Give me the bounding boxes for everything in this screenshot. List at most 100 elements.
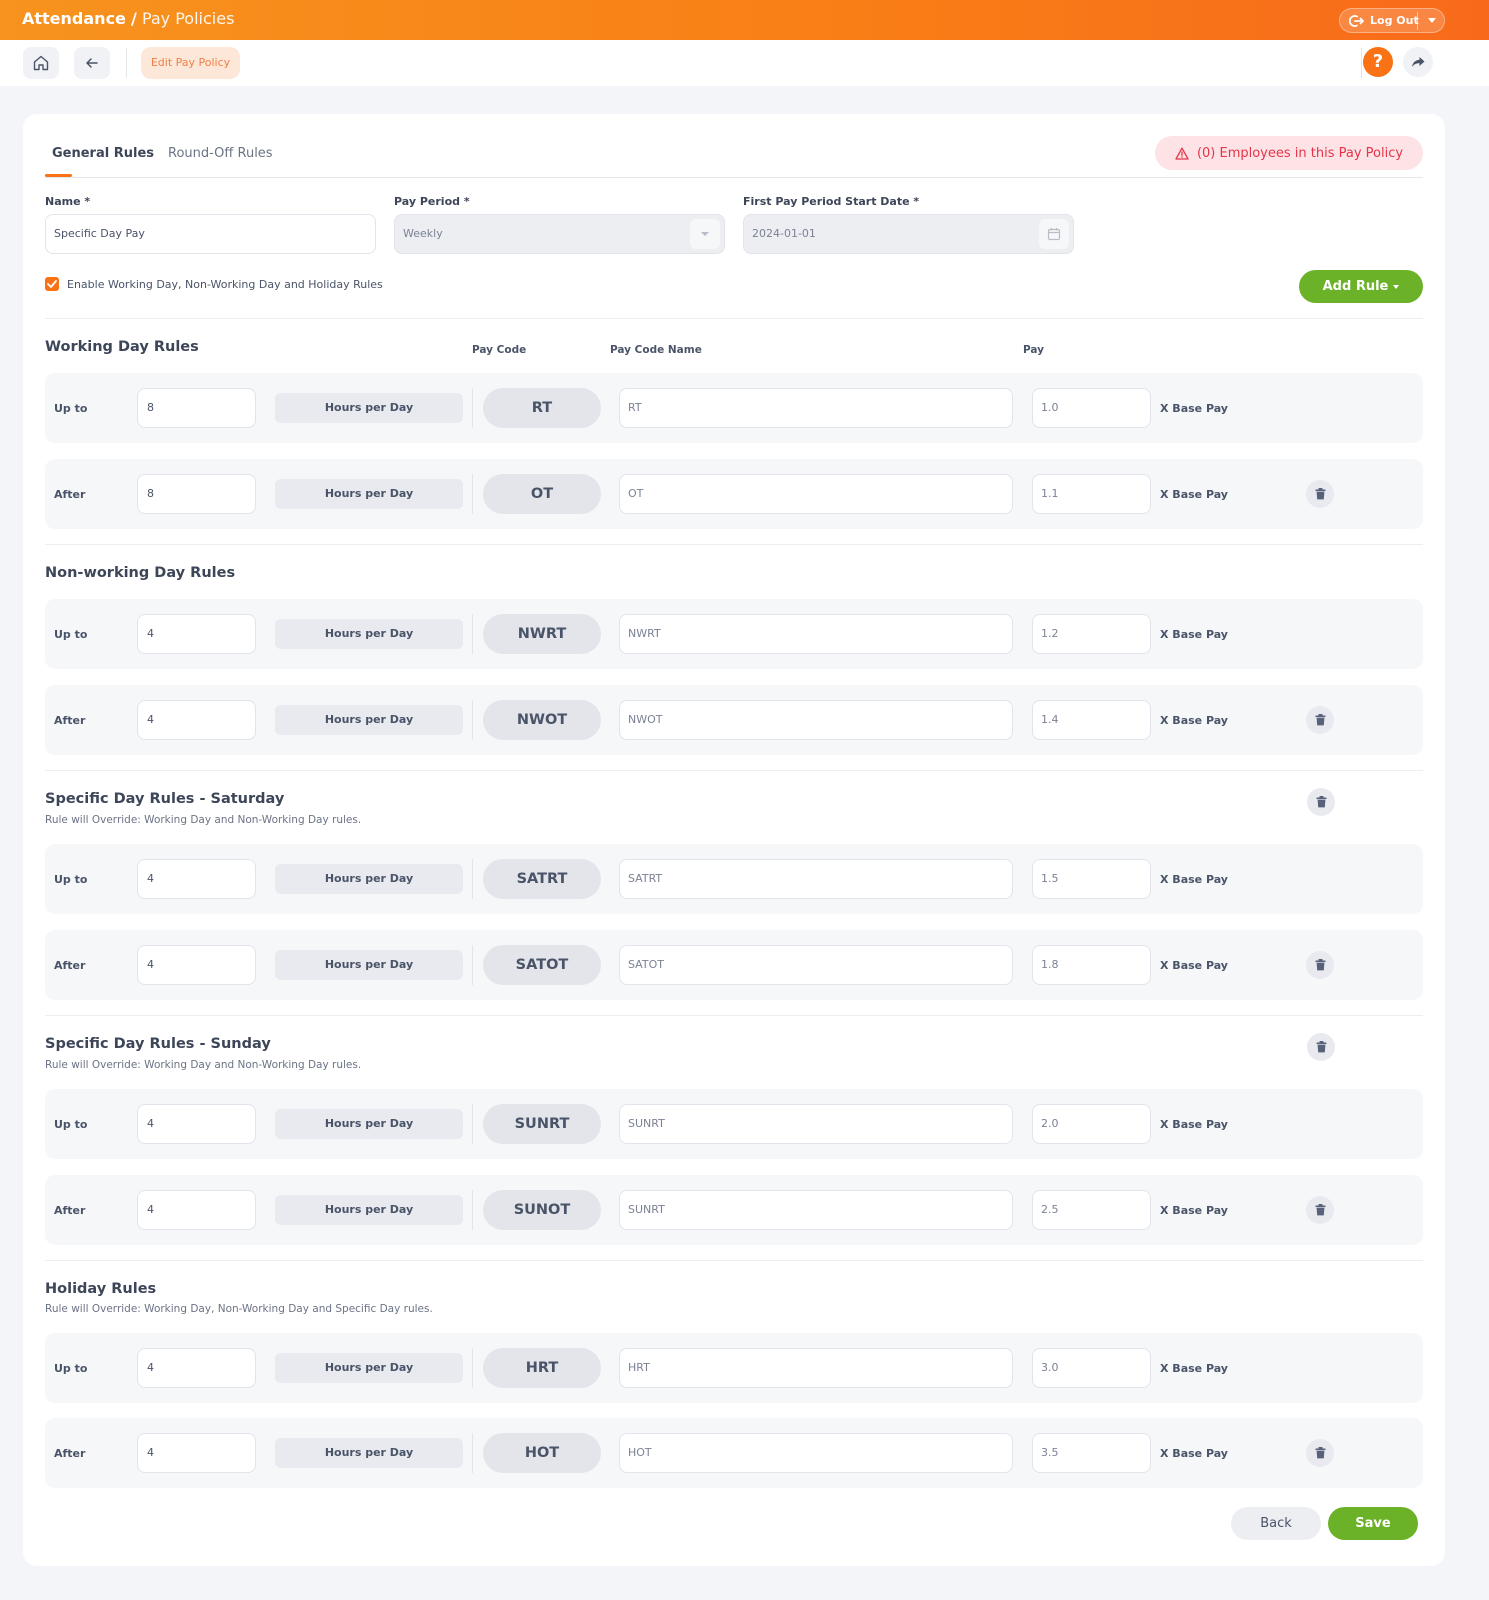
title-separator: / xyxy=(131,9,137,28)
pay-code-badge: SATOT xyxy=(483,945,601,985)
row-divider xyxy=(472,614,473,654)
add-rule-button[interactable]: Add Rule xyxy=(1299,270,1423,303)
hours-input[interactable]: 4 xyxy=(137,700,256,740)
base-pay-label: X Base Pay xyxy=(1160,714,1228,727)
add-rule-label: Add Rule xyxy=(1322,279,1389,294)
delete-rule-button[interactable] xyxy=(1306,706,1334,734)
rule-condition: Up to xyxy=(54,873,88,886)
pay-code-badge: OT xyxy=(483,474,601,514)
pay-code-name-input[interactable]: HRT xyxy=(619,1348,1013,1388)
pay-code-header: Pay Code xyxy=(472,344,527,356)
hours-unit-select[interactable]: Hours per Day xyxy=(275,1195,463,1225)
pay-code-badge: NWOT xyxy=(483,700,601,740)
name-label: Name * xyxy=(45,195,91,208)
hours-unit-select[interactable]: Hours per Day xyxy=(275,864,463,894)
pay-code-name-input[interactable]: NWRT xyxy=(619,614,1013,654)
calendar-button[interactable] xyxy=(1039,219,1069,249)
back-button[interactable]: Back xyxy=(1231,1507,1321,1540)
delete-sunday-section-button[interactable] xyxy=(1307,1033,1335,1061)
pay-code-name-input[interactable]: SATOT xyxy=(619,945,1013,985)
home-button[interactable] xyxy=(23,47,59,79)
rule-row: Up to 8 Hours per Day RT RT 1.0 X Base Pay xyxy=(45,373,1423,443)
pay-multiplier-input[interactable]: 1.0 xyxy=(1032,388,1151,428)
hours-unit-select[interactable]: Hours per Day xyxy=(275,950,463,980)
delete-saturday-section-button[interactable] xyxy=(1307,788,1335,816)
pay-code-name-input[interactable]: SATRT xyxy=(619,859,1013,899)
back-nav-button[interactable] xyxy=(74,47,110,79)
pay-multiplier-input[interactable]: 3.5 xyxy=(1032,1433,1151,1473)
section-divider xyxy=(45,1015,1423,1016)
delete-rule-button[interactable] xyxy=(1306,951,1334,979)
rule-condition: After xyxy=(54,714,86,727)
hours-input[interactable]: 4 xyxy=(137,1104,256,1144)
hours-input[interactable]: 4 xyxy=(137,1433,256,1473)
pay-code-badge: SATRT xyxy=(483,859,601,899)
hours-unit-select[interactable]: Hours per Day xyxy=(275,1353,463,1383)
pay-multiplier-input[interactable]: 1.8 xyxy=(1032,945,1151,985)
pay-multiplier-input[interactable]: 1.5 xyxy=(1032,859,1151,899)
share-button[interactable] xyxy=(1403,47,1433,77)
rule-row: After 4 Hours per Day NWOT NWOT 1.4 X Base Pay xyxy=(45,685,1423,755)
trash-icon xyxy=(1315,714,1325,726)
chevron-down-icon xyxy=(701,232,709,236)
pay-period-dropdown[interactable] xyxy=(690,219,720,249)
pay-multiplier-input[interactable]: 3.0 xyxy=(1032,1348,1151,1388)
pay-code-name-input[interactable]: RT xyxy=(619,388,1013,428)
pay-multiplier-input[interactable]: 1.1 xyxy=(1032,474,1151,514)
hours-input[interactable]: 4 xyxy=(137,614,256,654)
check-icon xyxy=(47,280,57,288)
hours-input[interactable]: 4 xyxy=(137,1190,256,1230)
hours-input[interactable]: 8 xyxy=(137,388,256,428)
pay-multiplier-input[interactable]: 2.5 xyxy=(1032,1190,1151,1230)
chevron-down-icon[interactable] xyxy=(1428,18,1436,23)
rule-condition: After xyxy=(54,959,86,972)
base-pay-label: X Base Pay xyxy=(1160,873,1228,886)
delete-rule-button[interactable] xyxy=(1306,1439,1334,1467)
name-field[interactable]: Specific Day Pay xyxy=(45,214,376,254)
start-date-field[interactable]: 2024-01-01 xyxy=(743,214,1074,254)
employees-badge[interactable]: (0) Employees in this Pay Policy xyxy=(1155,136,1423,170)
hours-input[interactable]: 4 xyxy=(137,945,256,985)
pay-code-name-input[interactable]: HOT xyxy=(619,1433,1013,1473)
hours-input[interactable]: 4 xyxy=(137,1348,256,1388)
hours-unit-select[interactable]: Hours per Day xyxy=(275,393,463,423)
pay-code-name-input[interactable]: OT xyxy=(619,474,1013,514)
pay-multiplier-input[interactable]: 1.4 xyxy=(1032,700,1151,740)
pay-code-badge: SUNRT xyxy=(483,1104,601,1144)
pay-header: Pay xyxy=(1023,344,1045,356)
delete-rule-button[interactable] xyxy=(1306,480,1334,508)
start-date-label: First Pay Period Start Date * xyxy=(743,195,920,208)
tab-round-off-rules[interactable]: Round-Off Rules xyxy=(168,146,273,161)
hours-unit-select[interactable]: Hours per Day xyxy=(275,705,463,735)
logout-button[interactable]: Log Out xyxy=(1339,8,1445,33)
pay-multiplier-input[interactable]: 2.0 xyxy=(1032,1104,1151,1144)
enable-rules-label[interactable]: Enable Working Day, Non-Working Day and … xyxy=(67,278,383,291)
trash-icon xyxy=(1316,1041,1326,1053)
save-button[interactable]: Save xyxy=(1328,1507,1418,1540)
hours-unit-select[interactable]: Hours per Day xyxy=(275,479,463,509)
delete-rule-button[interactable] xyxy=(1306,1196,1334,1224)
pay-code-name-input[interactable]: SUNRT xyxy=(619,1190,1013,1230)
hours-unit-select[interactable]: Hours per Day xyxy=(275,1438,463,1468)
pay-period-select[interactable]: Weekly xyxy=(394,214,725,254)
hours-unit-select[interactable]: Hours per Day xyxy=(275,1109,463,1139)
pay-code-name-input[interactable]: NWOT xyxy=(619,700,1013,740)
rule-row: After 4 Hours per Day HOT HOT 3.5 X Base Pay xyxy=(45,1418,1423,1488)
holiday-rules-title: Holiday Rules xyxy=(45,1281,157,1297)
home-icon xyxy=(33,55,49,71)
hours-input[interactable]: 4 xyxy=(137,859,256,899)
hours-input[interactable]: 8 xyxy=(137,474,256,514)
base-pay-label: X Base Pay xyxy=(1160,1447,1228,1460)
pay-period-value: Weekly xyxy=(403,227,443,240)
pay-code-name-input[interactable]: SUNRT xyxy=(619,1104,1013,1144)
rule-row: Up to 4 Hours per Day NWRT NWRT 1.2 X Base Pay xyxy=(45,599,1423,669)
hours-unit-select[interactable]: Hours per Day xyxy=(275,619,463,649)
rule-condition: After xyxy=(54,1447,86,1460)
toolbar: Edit Pay Policy ? xyxy=(0,40,1489,86)
pay-multiplier-input[interactable]: 1.2 xyxy=(1032,614,1151,654)
trash-icon xyxy=(1315,1204,1325,1216)
help-button[interactable]: ? xyxy=(1363,47,1393,77)
enable-rules-checkbox[interactable] xyxy=(45,277,59,291)
tab-general-rules[interactable]: General Rules xyxy=(52,146,154,161)
app-name: Attendance xyxy=(22,9,126,28)
